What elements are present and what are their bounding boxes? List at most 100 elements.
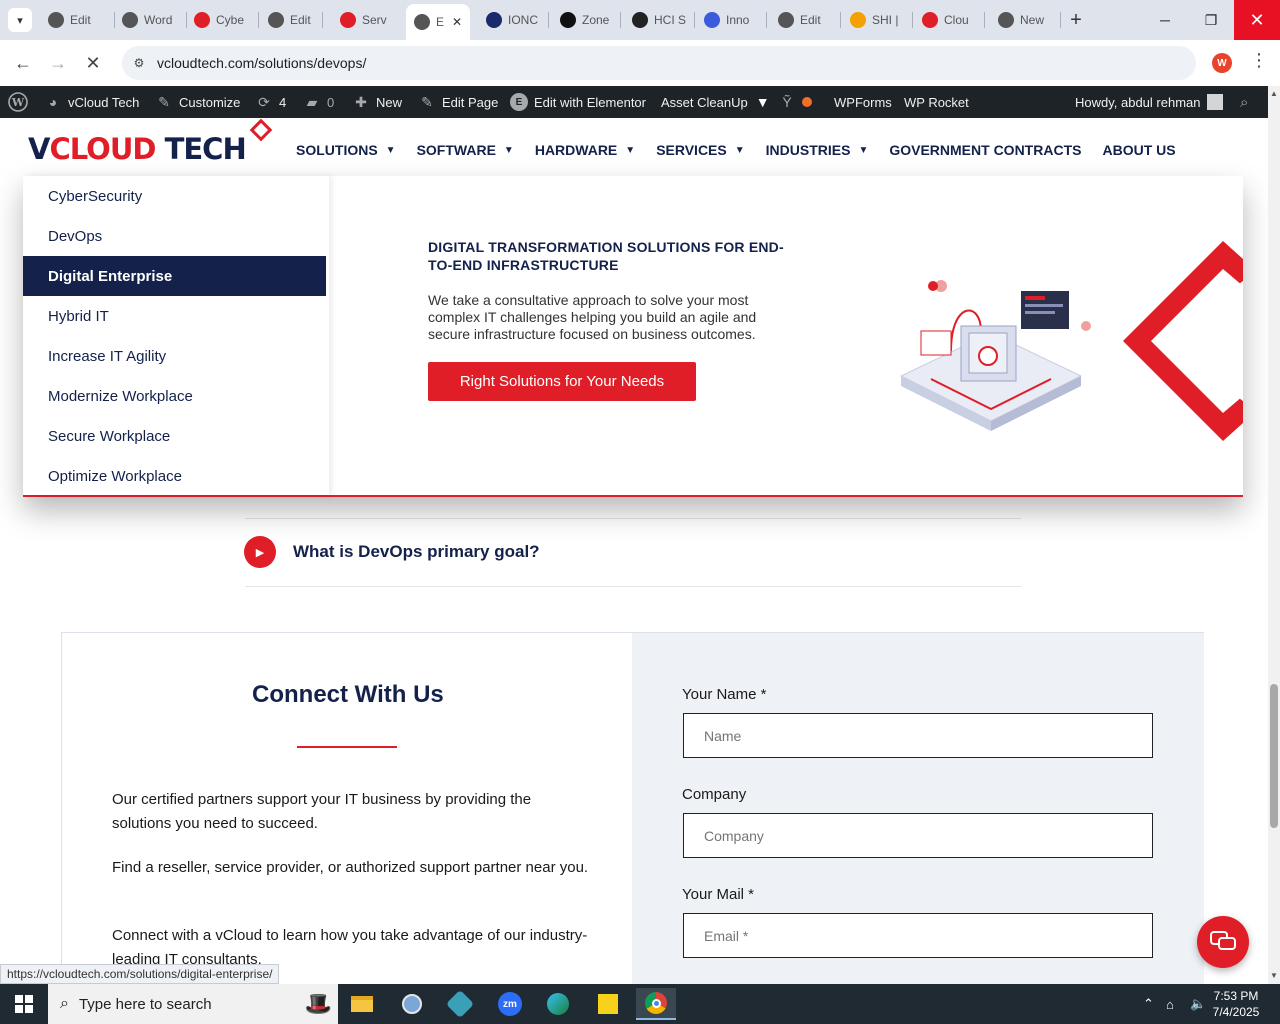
nav-item[interactable]: INDUSTRIES ▼ [766, 142, 869, 158]
browser-tab[interactable]: Edit [778, 6, 834, 34]
admin-search-icon[interactable]: ⌕ [1240, 86, 1248, 118]
admin-elementor-link[interactable]: E Edit with Elementor [510, 86, 646, 118]
admin-asset-cleanup-link[interactable]: Asset CleanUp ▼ [661, 86, 778, 118]
submenu-item[interactable]: Hybrid IT [23, 296, 326, 336]
submenu-item[interactable]: Secure Workplace [23, 416, 326, 456]
admin-comments-link[interactable]: ▰ 0 [303, 86, 335, 118]
browser-tab[interactable]: Cybe [194, 6, 252, 34]
submenu-item[interactable]: DevOps [23, 216, 326, 256]
site-logo[interactable]: VCLOUD TECH [28, 132, 247, 166]
zones-icon [560, 12, 576, 28]
tab-label: Cybe [216, 13, 245, 27]
admin-yoast-link[interactable]: Ỹ [778, 86, 812, 118]
browser-tab[interactable]: E ✕ [406, 4, 470, 40]
loading-icon [414, 14, 430, 30]
sticky-notes-icon[interactable] [588, 988, 628, 1020]
admin-new-link[interactable]: ✚ New [352, 86, 402, 118]
faq-expand-icon[interactable]: ▶ [244, 536, 276, 568]
admin-customize-link[interactable]: ✎ Customize [155, 86, 240, 118]
nav-item[interactable]: HARDWARE ▼ [535, 142, 635, 158]
tab-label: Edit [800, 13, 821, 27]
email-input[interactable] [683, 913, 1153, 958]
browser-tab[interactable]: New [998, 6, 1054, 34]
faq-question[interactable]: What is DevOps primary goal? [293, 542, 540, 562]
close-tab-icon[interactable]: ✕ [452, 15, 462, 29]
nav-item[interactable]: SOLUTIONS ▼ [296, 142, 396, 158]
zoom-app-icon[interactable]: zm [490, 988, 530, 1020]
site-header: VCLOUD TECH SOLUTIONS ▼ SOFTWARE ▼ HARDWARE ▼… [0, 118, 1268, 178]
windows-start-icon[interactable] [0, 984, 48, 1024]
browser-tab[interactable]: Clou [922, 6, 978, 34]
admin-wpforms-link[interactable]: WPForms [834, 86, 892, 118]
browser-tab[interactable]: Word [122, 6, 180, 34]
taskbar-clock[interactable]: 7:53 PM 7/4/2025 [1206, 988, 1266, 1020]
submenu-item[interactable]: CyberSecurity [23, 176, 326, 216]
back-button[interactable]: ← [12, 52, 34, 74]
caret-down-icon: ▼ [625, 144, 636, 156]
browser-tab[interactable]: Edit [48, 6, 108, 34]
wordpress-logo-icon[interactable]: W [8, 86, 28, 118]
admin-account-link[interactable]: Howdy, abdul rehman [1075, 86, 1223, 118]
address-url[interactable]: vcloudtech.com/solutions/devops/ [157, 55, 366, 71]
tab-search-button[interactable]: ▾ [8, 8, 32, 32]
submenu-item[interactable]: Increase IT Agility [23, 336, 326, 376]
browser-tab[interactable]: Edit [268, 6, 316, 34]
right-solutions-button[interactable]: Right Solutions for Your Needs [428, 362, 696, 401]
admin-wprocket-link[interactable]: WP Rocket [904, 86, 969, 118]
main-nav: SOLUTIONS ▼ SOFTWARE ▼ HARDWARE ▼ SERVICES ▼ IND… [296, 142, 1197, 158]
updates-icon: ⟳ [258, 93, 270, 110]
browser-tab[interactable]: HCI S [632, 6, 688, 34]
svg-text:W: W [11, 96, 25, 109]
submenu-item[interactable]: Optimize Workplace [23, 456, 326, 496]
profile-avatar[interactable]: W [1212, 53, 1232, 73]
page-scrollbar[interactable]: ▲ ▼ [1268, 86, 1280, 984]
stop-loading-button[interactable]: ✕ [82, 52, 104, 74]
tray-chevron-icon[interactable]: ⌃ [1143, 984, 1154, 1024]
minimize-button[interactable]: ─ [1142, 0, 1188, 40]
browser-menu-icon[interactable]: ⋮ [1250, 50, 1268, 71]
browser-tab[interactable]: Zone [560, 6, 614, 34]
new-tab-button[interactable]: + [1064, 8, 1088, 32]
app-hexagon-icon[interactable] [440, 988, 480, 1020]
admin-edit-page-link[interactable]: ✎ Edit Page [418, 86, 498, 118]
close-window-button[interactable]: ✕ [1234, 0, 1280, 40]
mail-label: Your Mail * [682, 886, 754, 903]
tab-label: Inno [726, 13, 750, 27]
tab-separator [322, 12, 323, 28]
admin-updates-link[interactable]: ⟳ 4 [255, 86, 286, 118]
site-info-icon[interactable]: ⚙ [130, 54, 148, 72]
file-explorer-icon[interactable] [342, 988, 382, 1020]
browser-tab[interactable]: Inno [704, 6, 760, 34]
company-input[interactable] [683, 813, 1153, 858]
browser-tab[interactable]: SHI | [850, 6, 906, 34]
restore-button[interactable]: ❐ [1188, 0, 1234, 40]
nav-item[interactable]: GOVERNMENT CONTRACTS [889, 142, 1081, 158]
paint-app-icon[interactable] [392, 988, 432, 1020]
nav-item[interactable]: SOFTWARE ▼ [417, 142, 514, 158]
search-icon: ⌕ [60, 995, 69, 1012]
nav-item[interactable]: ABOUT US [1102, 142, 1175, 158]
wp-admin-bar: W ◕ vCloud Tech ✎ Customize ⟳ 4 ▰ 0 ✚ Ne… [0, 86, 1280, 118]
browser-tab[interactable]: IONC [486, 6, 542, 34]
wordpress-icon [48, 12, 64, 28]
tab-label: HCI S [654, 13, 687, 27]
address-bar[interactable]: ⚙ vcloudtech.com/solutions/devops/ ☆ [122, 46, 1196, 80]
edge-browser-icon[interactable] [538, 988, 578, 1020]
forward-button[interactable]: → [47, 52, 69, 74]
scrollbar-thumb[interactable] [1270, 684, 1278, 828]
network-icon[interactable]: ⌂ [1166, 984, 1174, 1024]
chrome-browser-icon[interactable] [636, 988, 676, 1020]
submenu-item[interactable]: Modernize Workplace [23, 376, 326, 416]
scroll-down-icon[interactable]: ▼ [1270, 970, 1278, 980]
scroll-up-icon[interactable]: ▲ [1270, 88, 1278, 98]
name-input[interactable] [683, 713, 1153, 758]
vcloud-icon [340, 12, 356, 28]
volume-icon[interactable]: 🔈 [1190, 984, 1206, 1024]
chat-icon[interactable] [1197, 916, 1249, 968]
browser-tab[interactable]: Serv [340, 6, 396, 34]
taskbar-search[interactable]: ⌕ Type here to search 🎩 [48, 984, 338, 1024]
uncle-sam-hat-icon: 🎩 [304, 991, 332, 1016]
nav-item[interactable]: SERVICES ▼ [656, 142, 744, 158]
admin-site-link[interactable]: ◕ vCloud Tech [44, 86, 140, 118]
submenu-item[interactable]: Digital Enterprise [23, 256, 326, 296]
